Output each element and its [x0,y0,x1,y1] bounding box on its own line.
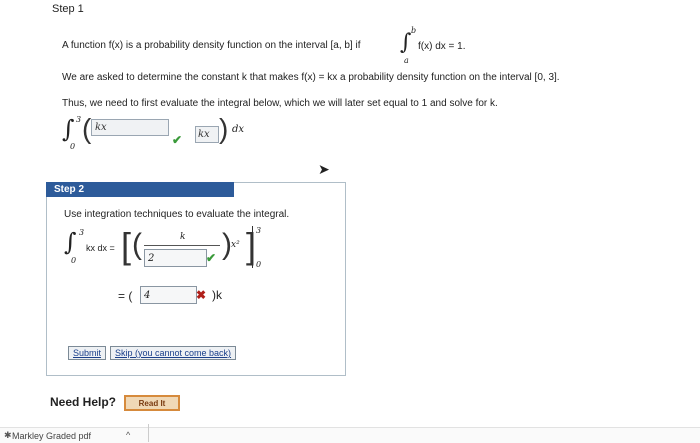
step2-line2-prefix: = ( [118,289,133,303]
step1-expr-left-paren: ( [82,113,92,144]
step2-eval-lower: 0 [256,260,262,269]
step2-fraction-bar [144,245,220,246]
step1-answer-box-1[interactable]: kx [91,119,169,136]
step2-left-bracket: [ [121,225,132,266]
step1-integral-lower: a [404,56,409,65]
step1-sentence-1-suffix: f(x) dx = 1. [418,41,466,52]
footer-file-label[interactable]: Markley Graded pdf [12,431,91,441]
mouse-cursor-icon: ➤ [318,161,330,177]
footer-divider [148,424,149,442]
step2-frac-numerator: k [180,232,186,242]
step1-expr-upper: 3 [76,115,82,124]
step1-integral-sign: ∫ [400,30,412,55]
step1-expr-lower: 0 [70,142,76,151]
step2-eval-bar [252,226,253,268]
step2-denominator-value: 2 [148,252,155,264]
step1-sentence-1-prefix: A function f(x) is a probability density… [62,40,361,51]
step2-header: Step 2 [46,182,234,197]
step1-expr-right-paren: ) [219,113,229,144]
step2-denominator-input[interactable]: 2 [144,249,207,267]
chevron-up-icon[interactable]: ^ [126,430,130,440]
step1-answer-box-2-value: kx [198,129,210,140]
step2-right-bracket: ] [246,225,257,266]
step1-integral-upper: b [411,26,417,35]
step2-eval-upper: 3 [256,226,262,235]
step2-line2-suffix: )k [212,288,222,302]
step2-integral-sign: ∫ [64,228,77,256]
step1-sentence-1: A function f(x) is a probability density… [62,40,361,51]
step2-left-paren: ( [132,228,142,261]
step1-answer-box-1-value: kx [95,122,107,133]
check-icon: ✔ [172,133,183,147]
step1-answer-box-2[interactable]: kx [195,126,219,143]
skip-button[interactable]: Skip (you cannot come back) [110,346,237,360]
step1-title: Step 1 [52,3,84,15]
cross-icon: ✖ [196,288,207,302]
submit-button[interactable]: Submit [68,346,107,360]
step2-power: x² [231,240,240,250]
step2-integral-upper: 3 [79,228,85,237]
step1-expr-integral-sign: ∫ [62,115,75,143]
step2-instruction: Use integration techniques to evaluate t… [64,209,290,220]
check-icon: ✔ [206,251,217,265]
read-it-button[interactable]: Read It [124,395,180,411]
step1-sentence-3: Thus, we need to first evaluate the inte… [62,98,498,109]
step2-line2-value: 4 [144,289,151,301]
footer-bar [0,427,700,443]
step2-line2-input[interactable]: 4 [140,286,197,304]
step1-expr-dx: dx [232,124,245,135]
file-icon: ✱ [4,430,12,440]
need-help-label: Need Help? [50,395,117,409]
step2-integral-lower: 0 [71,256,77,265]
step1-sentence-2: We are asked to determine the constant k… [62,72,560,83]
step2-lhs: kx dx = [86,243,115,253]
